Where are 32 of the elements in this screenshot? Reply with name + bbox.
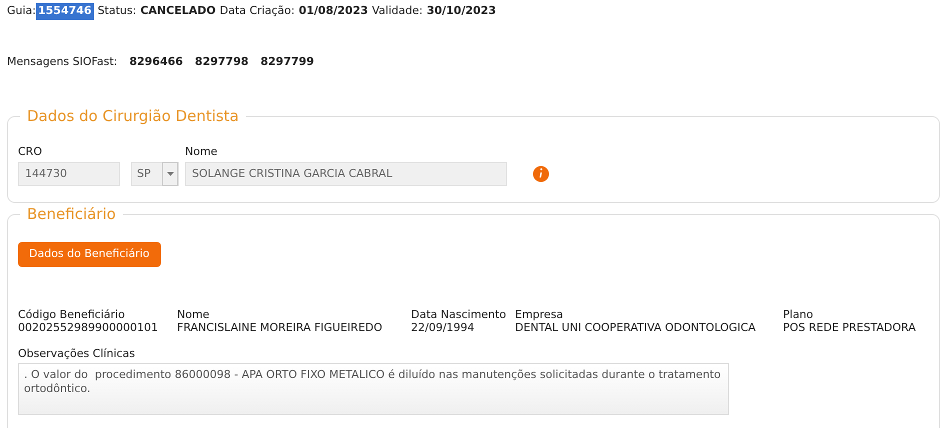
- field-value: FRANCISLAINE MOREIRA FIGUEIREDO: [177, 320, 384, 334]
- name-field[interactable]: SOLANGE CRISTINA GARCIA CABRAL: [185, 162, 507, 186]
- name-label: Nome: [185, 144, 218, 160]
- info-icon[interactable]: [533, 166, 549, 182]
- message-number: 8297798: [194, 54, 248, 70]
- field-label: Plano: [783, 308, 814, 320]
- beneficiary-data-button[interactable]: Dados do Beneficiário: [18, 242, 160, 266]
- field-label: Data Nascimento: [411, 308, 508, 320]
- field-value: 00202552989900000101: [18, 320, 159, 334]
- field-label: Código Beneficiário: [18, 308, 126, 320]
- notes-label: Observações Clínicas: [18, 346, 136, 362]
- message-number: 8297799: [260, 54, 314, 70]
- field-label: Data Criação:: [220, 3, 295, 19]
- field-value: 22/09/1994: [411, 320, 476, 334]
- field-label: Nome: [177, 308, 210, 320]
- field-value: 01/08/2023: [298, 3, 368, 19]
- message-number: 8296466: [129, 54, 183, 70]
- field-value: CANCELADO: [139, 3, 216, 19]
- field-label: Guia:: [7, 3, 36, 19]
- state-select[interactable]: SP: [131, 162, 179, 186]
- field-label: Empresa: [515, 308, 564, 320]
- notes-field[interactable]: . O valor do procedimento 86000098 - APA ORTO FIXO METALICO é diluído nas manutenções solicitadas durante o tratamento ortodôntico.: [18, 363, 729, 415]
- field-value: DENTAL UNI COOPERATIVA ODONTOLOGICA: [515, 320, 757, 334]
- caret-icon: [166, 172, 174, 176]
- messages-label: Mensagens SIOFast:: [7, 54, 118, 70]
- field-value: 1554746: [36, 3, 94, 20]
- cro-label: CRO: [18, 144, 43, 160]
- field-value: POS REDE PRESTADORA: [783, 320, 917, 334]
- field-label: Status:: [98, 3, 136, 19]
- field-label: Validade:: [372, 3, 423, 19]
- field-value: 30/10/2023: [426, 3, 496, 19]
- cro-field[interactable]: 144730: [18, 162, 120, 186]
